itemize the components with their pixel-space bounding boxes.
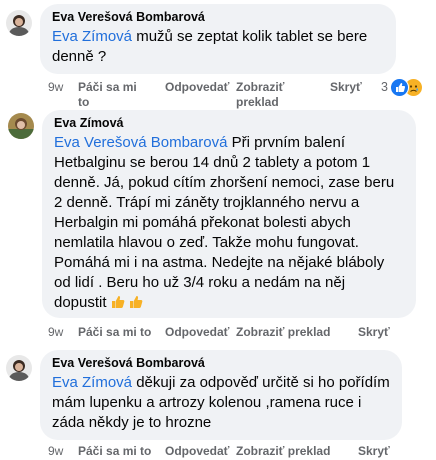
reactions-count[interactable]: 3 [381, 80, 388, 94]
avatar[interactable] [6, 10, 32, 36]
comment-text: od lidí . Beru ho už 3/4 roku a nedám na… [54, 274, 346, 291]
comment-text: nemlatila hlavou o zeď. Takže mohu fungo… [54, 234, 359, 251]
thumbs-up-emoji [129, 295, 143, 315]
hide-button[interactable]: Skryť [358, 325, 390, 340]
like-button[interactable]: Páči sa mi to [78, 80, 140, 110]
comment-time[interactable]: 9w [48, 444, 63, 459]
comment-text: 2 denně. Trápí mi záněty trojklanného ne… [54, 194, 360, 211]
thumbs-up-emoji [111, 295, 125, 315]
comment-text: děkuji za odpověď určitě si ho pořídím [136, 374, 390, 391]
comment-text: denně ? [52, 48, 107, 65]
comment-actions: 9w Páči sa mi to Odpovedať Zobraziť prek… [48, 444, 428, 460]
comment-actions: 9w Páči sa mi to Odpovedať Zobraziť prek… [48, 80, 378, 112]
comment-text: Při prvním balení [231, 134, 345, 151]
like-button[interactable]: Páči sa mi to [78, 444, 151, 459]
comment-author[interactable]: Eva Zímová [54, 116, 404, 131]
comment-text: Pomáhá mi i na astma. Nedejte na nějaké … [54, 254, 385, 271]
comment-author[interactable]: Eva Verešová Bombarová [52, 356, 390, 371]
comment-text: záda někdy je to hrozne [52, 414, 212, 431]
reply-button[interactable]: Odpovedať [165, 444, 229, 459]
like-reaction-icon [390, 78, 409, 97]
comment-text: dopustit [54, 294, 107, 311]
avatar[interactable] [6, 355, 32, 381]
comment-time[interactable]: 9w [48, 80, 63, 95]
comment-text: mužů se zeptat kolik tablet se bere [136, 28, 368, 45]
like-button[interactable]: Páči sa mi to [78, 325, 151, 340]
see-translation-button[interactable]: Zobraziť preklad [236, 80, 296, 110]
comment-text: denně. Já, pokud cítím zhoršení nemoci, … [54, 174, 395, 191]
comment-bubble: Eva Verešová Bombarová Eva Zímová děkuji… [40, 350, 402, 440]
reactions[interactable] [390, 78, 430, 98]
hide-button[interactable]: Skryť [358, 444, 390, 459]
reply-button[interactable]: Odpovedať [165, 80, 229, 95]
comment-bubble: Eva Zímová Eva Verešová Bombarová Při pr… [42, 110, 416, 318]
comment-time[interactable]: 9w [48, 325, 63, 340]
comment-bubble: Eva Verešová Bombarová Eva Zímová mužů s… [40, 4, 396, 74]
comment-text: mám lupenku a artrozy kolenou ,ramena ru… [52, 394, 362, 411]
hide-button[interactable]: Skryť [330, 80, 362, 95]
avatar[interactable] [8, 113, 34, 139]
mention-link[interactable]: Eva Zímová [52, 374, 132, 391]
comment-text: Herbalgin mi pomáhá překonat bolesti aby… [54, 214, 351, 231]
comment-author[interactable]: Eva Verešová Bombarová [52, 10, 384, 25]
mention-link[interactable]: Eva Zímová [52, 28, 132, 45]
see-translation-button[interactable]: Zobraziť preklad [236, 325, 330, 340]
comment-text: Hetbalginu se berou 14 dnů 2 tablety a p… [54, 154, 371, 171]
mention-link[interactable]: Eva Verešová Bombarová [54, 134, 227, 151]
reply-button[interactable]: Odpovedať [165, 325, 229, 340]
see-translation-button[interactable]: Zobraziť preklad [236, 444, 330, 459]
comment-actions: 9w Páči sa mi to Odpovedať Zobraziť prek… [48, 325, 428, 341]
